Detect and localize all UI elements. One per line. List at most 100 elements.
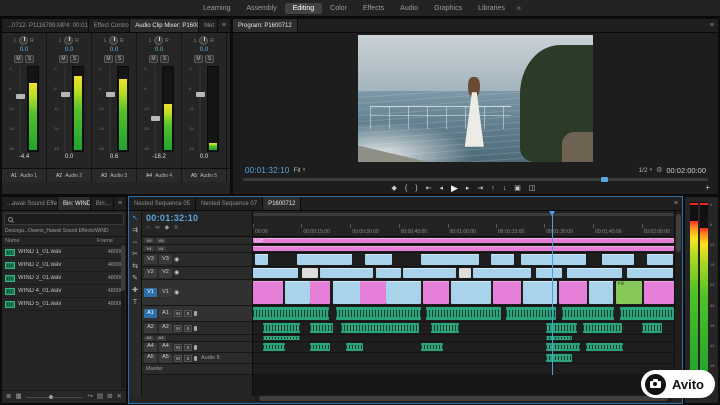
icon-view-icon[interactable]: ▦ xyxy=(15,393,21,401)
zoom-slider[interactable] xyxy=(25,394,84,399)
panel-menu-icon[interactable]: ≡ xyxy=(670,197,682,210)
track-mute-button[interactable]: M xyxy=(174,354,182,362)
fader-handle[interactable] xyxy=(150,115,160,121)
column-frame-rate[interactable]: Frame xyxy=(97,238,123,244)
mixer-tab-2[interactable]: Audio Clip Mixer: P1600712 xyxy=(130,19,200,32)
clip[interactable] xyxy=(561,307,614,320)
clip[interactable] xyxy=(360,281,386,304)
timeline-playhead[interactable] xyxy=(548,211,555,375)
track-lane-v1[interactable]: Fill xyxy=(253,280,674,306)
clip[interactable] xyxy=(255,254,269,265)
workspace-tab-graphics[interactable]: Graphics xyxy=(426,3,470,14)
clip[interactable] xyxy=(566,268,622,278)
track-header-v4[interactable]: V4V4◉ xyxy=(142,245,252,253)
playback-resolution-select[interactable]: 1/2 ▾ xyxy=(639,167,653,174)
track-header-v1[interactable]: V1 V1 ◉ xyxy=(142,280,252,306)
clip[interactable] xyxy=(320,268,373,278)
clip[interactable] xyxy=(420,254,480,265)
track-badge-v1[interactable]: V1 xyxy=(159,288,172,297)
clip[interactable] xyxy=(402,268,456,278)
pan-knob-icon[interactable] xyxy=(199,36,209,45)
track-mute-button[interactable]: M xyxy=(174,324,182,332)
voiceover-record-icon[interactable] xyxy=(194,344,197,350)
track-badge-v5[interactable]: V5 xyxy=(156,238,166,243)
list-view-icon[interactable]: ≣ xyxy=(6,393,11,401)
fader-handle[interactable] xyxy=(195,91,205,97)
fader-handle[interactable] xyxy=(105,91,115,97)
track-header-a4[interactable]: A4 A4 M S xyxy=(142,342,252,353)
track-badge-v4[interactable]: V4 xyxy=(156,246,166,251)
clip[interactable] xyxy=(619,307,674,320)
new-bin-icon[interactable]: ▤ xyxy=(97,393,103,401)
mute-button[interactable]: M xyxy=(104,55,113,63)
track-select-tool[interactable]: ⇉ xyxy=(132,227,138,234)
step-forward-button[interactable]: ▸ xyxy=(466,185,470,192)
clip[interactable] xyxy=(422,281,449,304)
pan-knob-icon[interactable] xyxy=(19,36,29,45)
list-item[interactable]: WIND 1_01.wav 48000 xyxy=(2,246,126,259)
track-header-a3[interactable]: A3A3MS xyxy=(142,335,252,342)
go-to-out-button[interactable]: ⇥ xyxy=(477,185,483,192)
workspace-tab-assembly[interactable]: Assembly xyxy=(238,3,284,14)
workspace-tab-learning[interactable]: Learning xyxy=(195,3,238,14)
add-marker-button[interactable]: ◆ xyxy=(391,185,396,192)
mixer-tab-0[interactable]: ...0712- P1116799.MP4: 00:01:34.56 xyxy=(2,19,89,32)
clip[interactable] xyxy=(365,254,393,265)
workspace-tab-libraries[interactable]: Libraries xyxy=(470,3,513,14)
clip[interactable] xyxy=(558,281,587,304)
track-output-toggle-icon[interactable]: ◉ xyxy=(174,270,179,276)
volume-fader[interactable] xyxy=(195,66,205,152)
track-lane-v2[interactable] xyxy=(253,267,674,280)
clip[interactable] xyxy=(332,281,361,304)
track-solo-button[interactable]: S xyxy=(184,324,192,332)
track-badge-a2[interactable]: A2 xyxy=(159,323,172,333)
clip[interactable] xyxy=(546,354,572,362)
extract-button[interactable]: ↓ xyxy=(503,185,507,192)
mute-button[interactable]: M xyxy=(59,55,68,63)
pan-knob-icon[interactable] xyxy=(154,36,164,45)
pan-knob-icon[interactable] xyxy=(109,36,119,45)
play-button[interactable]: ▶ xyxy=(451,183,458,193)
solo-button[interactable]: S xyxy=(205,55,214,63)
clip[interactable] xyxy=(450,281,491,304)
source-patch-v5[interactable]: V5 xyxy=(144,238,154,243)
mute-button[interactable]: M xyxy=(149,55,158,63)
search-field[interactable] xyxy=(4,213,124,225)
add-marker-icon[interactable]: ◆ xyxy=(165,225,170,231)
list-item[interactable]: WIND 2_01.wav 48000 xyxy=(2,259,126,272)
track-lane-a3[interactable] xyxy=(253,335,674,342)
volume-fader[interactable] xyxy=(15,66,25,152)
track-solo-button[interactable]: S xyxy=(184,354,192,362)
breadcrumb[interactable]: Desorga...Owens_Hawaii Sound Effects\WIN… xyxy=(2,226,126,237)
clip[interactable] xyxy=(263,343,286,351)
track-lane-a4[interactable] xyxy=(253,342,674,353)
source-patch-a4[interactable]: A4 xyxy=(144,342,157,352)
track-lane-a5[interactable] xyxy=(253,353,674,364)
clip[interactable] xyxy=(601,254,634,265)
clip[interactable] xyxy=(284,281,311,304)
ripple-edit-tool[interactable]: ⇔ xyxy=(132,239,139,246)
track-header-a1[interactable]: A1 A1 M S xyxy=(142,306,252,322)
mixer-tab-3[interactable]: Met xyxy=(199,19,218,32)
track-badge-v2[interactable]: V2 xyxy=(159,268,172,278)
track-badge-v3[interactable]: V3 xyxy=(159,255,172,264)
delete-icon[interactable]: ✕ xyxy=(117,393,122,401)
track-badge-a1[interactable]: A1 xyxy=(159,309,172,318)
project-tab-2[interactable]: Bin:... xyxy=(91,197,114,210)
track-badge-a4[interactable]: A4 xyxy=(159,342,172,352)
track-mute-button[interactable]: M xyxy=(174,310,182,317)
type-tool[interactable]: T xyxy=(133,299,137,306)
volume-fader[interactable] xyxy=(150,66,160,152)
solo-button[interactable]: S xyxy=(70,55,79,63)
fader-handle[interactable] xyxy=(15,93,25,99)
clip[interactable] xyxy=(589,281,614,304)
timeline-settings-icon[interactable]: ≡ xyxy=(174,225,178,231)
timeline-tab-0[interactable]: Nested Sequence 05 xyxy=(129,197,197,210)
track-output-toggle-icon[interactable]: ◉ xyxy=(174,290,179,296)
clip[interactable] xyxy=(420,343,444,351)
workspace-tab-editing[interactable]: Editing xyxy=(284,2,323,14)
panel-menu-icon[interactable]: ≡ xyxy=(114,197,126,210)
voiceover-record-icon[interactable] xyxy=(194,355,197,361)
source-patch-v1[interactable]: V1 xyxy=(144,288,157,297)
clip[interactable] xyxy=(253,307,329,320)
